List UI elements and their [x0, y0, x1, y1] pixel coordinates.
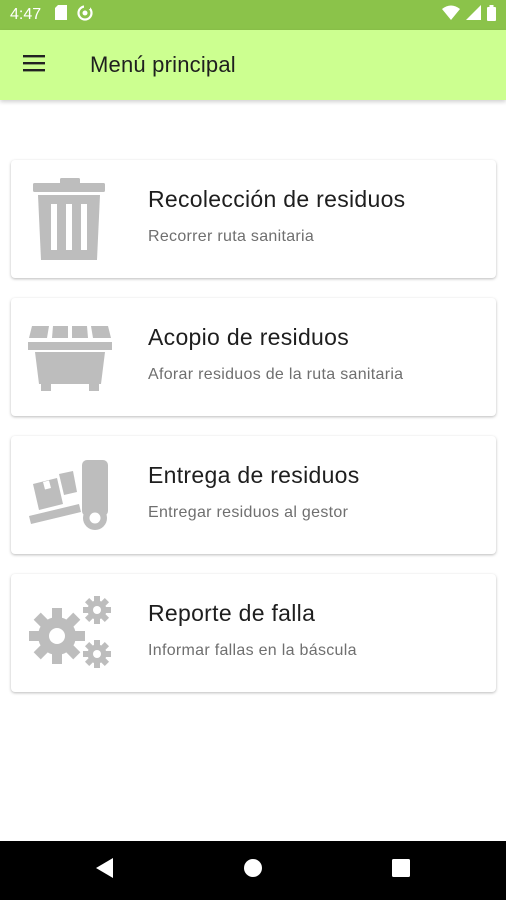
menu-card-subtitle: Entregar residuos al gestor	[148, 504, 349, 521]
status-time: 4:47	[10, 6, 42, 23]
menu-card-title: Entrega de residuos	[148, 462, 360, 488]
menu-card-recoleccion[interactable]: Recolección de residuos Recorrer ruta sa…	[11, 160, 496, 278]
sd-card-icon	[55, 5, 68, 25]
sync-icon	[77, 4, 93, 26]
status-right-icons	[442, 4, 496, 26]
menu-card-title: Acopio de residuos	[148, 324, 350, 350]
home-icon	[243, 858, 263, 883]
wifi-icon	[442, 5, 460, 25]
hamburger-menu-icon	[23, 54, 47, 77]
gears-icon	[27, 590, 113, 676]
back-button[interactable]	[31, 841, 179, 900]
status-bar: 4:47	[0, 0, 506, 30]
recents-button[interactable]	[327, 841, 475, 900]
dumpster-icon	[27, 314, 113, 400]
recents-icon	[392, 859, 410, 882]
page-title: Menú principal	[90, 52, 236, 77]
menu-card-acopio[interactable]: Acopio de residuos Aforar residuos de la…	[11, 298, 496, 416]
status-left-icons	[55, 4, 93, 26]
app-bar: Menú principal	[0, 30, 506, 100]
system-nav-bar	[0, 841, 506, 900]
home-button[interactable]	[179, 841, 327, 900]
signal-icon	[466, 5, 481, 25]
menu-card-reporte[interactable]: Reporte de falla Informar fallas en la b…	[11, 574, 496, 692]
menu-card-subtitle: Aforar residuos de la ruta sanitaria	[148, 366, 404, 383]
menu-card-title: Reporte de falla	[148, 600, 316, 626]
hand-truck-icon	[27, 452, 113, 538]
trash-can-icon	[27, 176, 113, 262]
battery-icon	[487, 4, 496, 26]
menu-list: Recolección de residuos Recorrer ruta sa…	[0, 100, 506, 840]
menu-card-entrega[interactable]: Entrega de residuos Entregar residuos al…	[11, 436, 496, 554]
menu-card-subtitle: Recorrer ruta sanitaria	[148, 228, 315, 245]
menu-card-subtitle: Informar fallas en la báscula	[148, 642, 357, 659]
back-icon	[96, 858, 114, 883]
menu-card-title: Recolección de residuos	[148, 186, 406, 212]
hamburger-menu-button[interactable]	[0, 30, 70, 100]
